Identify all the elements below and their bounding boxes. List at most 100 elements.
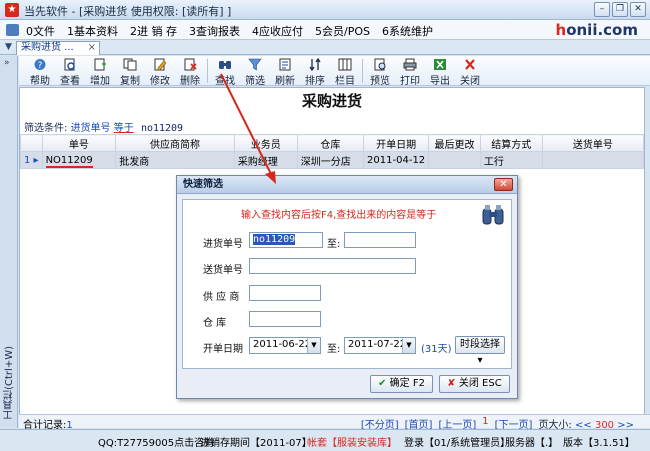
period-select-label: 时段选择 [460,339,500,350]
period-select-button[interactable]: 时段选择 ▾ [455,336,505,366]
sort-label: 排序 [305,76,325,87]
warehouse-input[interactable] [249,311,321,327]
menu-member-pos[interactable]: 5会员/POS [313,23,372,39]
refresh-label: 刷新 [275,76,295,87]
minimize-icon[interactable]: – [594,2,610,17]
order-number-from-input[interactable]: no11209 [249,232,323,248]
check-icon: ✔ [378,378,387,389]
table-cell[interactable] [541,151,645,169]
column-header[interactable]: 供应商简称 [115,134,235,152]
find-button[interactable]: 查找 [212,56,238,87]
view-icon [64,58,75,71]
sort-button[interactable]: 排序 [302,56,328,87]
menu-reports[interactable]: 3查询报表 [187,23,242,39]
to-label: 至: [327,239,341,250]
tab-label: 采购进货 ... [21,42,74,53]
close-dialog-button[interactable]: ✘ 关闭 ESC [439,375,510,393]
table-cell[interactable]: NO11209 [41,151,117,169]
tab-purchase[interactable]: 采购进货 ... × [16,41,100,55]
column-header[interactable]: 开单日期 [363,134,430,152]
toolbar-separator [362,59,363,83]
refresh-button[interactable]: 刷新 [272,56,298,87]
add-button[interactable]: 增加 [87,56,113,87]
menu-basic-data[interactable]: 1基本资料 [65,23,120,39]
view-button[interactable]: 查看 [57,56,83,87]
warehouse-label: 仓 库 [203,318,227,329]
column-header[interactable]: 送货单号 [541,134,645,152]
delete-icon [184,58,197,71]
supplier-input[interactable] [249,285,321,301]
date-to-select[interactable]: 2011-07-22 ▼ [344,337,416,354]
table-cell[interactable]: 2011-04-12 [363,151,430,169]
day-count: (31天) [421,344,452,355]
filter-prefix: 筛选条件: [24,123,68,134]
expand-icon[interactable]: » [4,58,10,68]
chevron-down-icon[interactable]: ▼ [307,338,320,353]
status-server: 服务器【.】 [505,438,559,449]
confirm-label: 确定 F2 [389,378,425,389]
print-icon [403,58,417,71]
menu-system[interactable]: 6系统维护 [380,23,435,39]
table-cell[interactable]: 批发商 [115,151,235,169]
system-menu-icon[interactable] [6,24,19,36]
table-cell[interactable]: 工行 [479,151,543,169]
date-to-value: 2011-07-22 [348,339,407,350]
filter-button[interactable]: 筛选 [242,56,268,87]
toolbar: ? 帮助 查看 增加 复制 修改 删除 查找 筛选 刷新 排序 栏目 预览 打印… [19,56,650,87]
column-header[interactable]: 业务员 [233,134,298,152]
column-header[interactable]: 仓库 [296,134,365,152]
chevron-down-icon[interactable]: ▼ [402,338,415,353]
dialog-title: 快速筛选 [177,176,517,194]
help-button[interactable]: ? 帮助 [27,56,53,87]
restore-icon[interactable]: ❐ [612,2,628,17]
binoculars-icon [482,205,504,225]
filter-operator[interactable]: 等于 [114,123,134,134]
preview-label: 预览 [370,76,390,87]
preview-button[interactable]: 预览 [367,56,393,87]
date-from-select[interactable]: 2011-06-22 ▼ [249,337,321,354]
status-period: 进销存期间【2011-07】 [200,438,312,449]
table-cell[interactable]: 深圳一分店 [296,151,365,169]
status-qq[interactable]: QQ:T27759005点击咨询 [98,434,214,449]
close-icon[interactable]: ✕ [630,2,646,17]
table-cell[interactable]: 采购经理 [233,151,298,169]
menu-inventory[interactable]: 2进 销 存 [128,23,179,39]
table-row[interactable]: 1 ▸ NO11209 批发商 采购经理 深圳一分店 2011-04-12 工行 [20,151,645,169]
menu-bar: 0文件 1基本资料 2进 销 存 3查询报表 4应收应付 5会员/POS 6系统… [0,20,650,40]
pager-bar: 合计记录:1 [不分页] [首页] [上一页] 1 [下一页] 页大小: << … [19,414,650,431]
sort-icon [309,58,321,71]
menu-file[interactable]: 0文件 [24,23,57,39]
toolbar-toggle-label[interactable]: 工具栏(Ctrl+W) [2,346,16,420]
column-header[interactable]: 结算方式 [479,134,543,152]
edit-button[interactable]: 修改 [147,56,173,87]
order-number-label: 进货单号 [203,239,243,250]
delete-button[interactable]: 删除 [177,56,203,87]
copy-button[interactable]: 复制 [117,56,143,87]
filter-value: no11209 [140,123,184,134]
app-logo-icon: ★ [5,3,19,17]
print-button[interactable]: 打印 [397,56,423,87]
close-icon [465,59,475,70]
delivery-number-input[interactable] [249,258,416,274]
columns-button[interactable]: 栏目 [332,56,358,87]
export-button[interactable]: 导出 [427,56,453,87]
menu-receivables[interactable]: 4应收应付 [250,23,305,39]
order-number-to-input[interactable] [344,232,416,248]
confirm-button[interactable]: ✔ 确定 F2 [370,375,433,393]
tab-close-icon[interactable]: × [88,42,96,54]
export-label: 导出 [430,76,450,87]
table-cell[interactable] [428,151,481,169]
add-label: 增加 [90,76,110,87]
edit-icon [154,58,167,71]
column-header[interactable]: 最后更改 [428,134,481,152]
order-number-value: no11209 [253,234,296,245]
filter-icon [248,58,262,71]
column-header[interactable]: 单号 [41,134,117,152]
toolbar-separator [207,59,208,83]
tab-list-icon[interactable]: ▼ [5,42,12,52]
delete-label: 删除 [180,76,200,87]
filter-field[interactable]: 进货单号 [71,123,111,134]
view-label: 查看 [60,76,80,87]
dialog-close-icon[interactable]: ✕ [494,178,513,191]
close-button[interactable]: 关闭 [457,56,483,87]
